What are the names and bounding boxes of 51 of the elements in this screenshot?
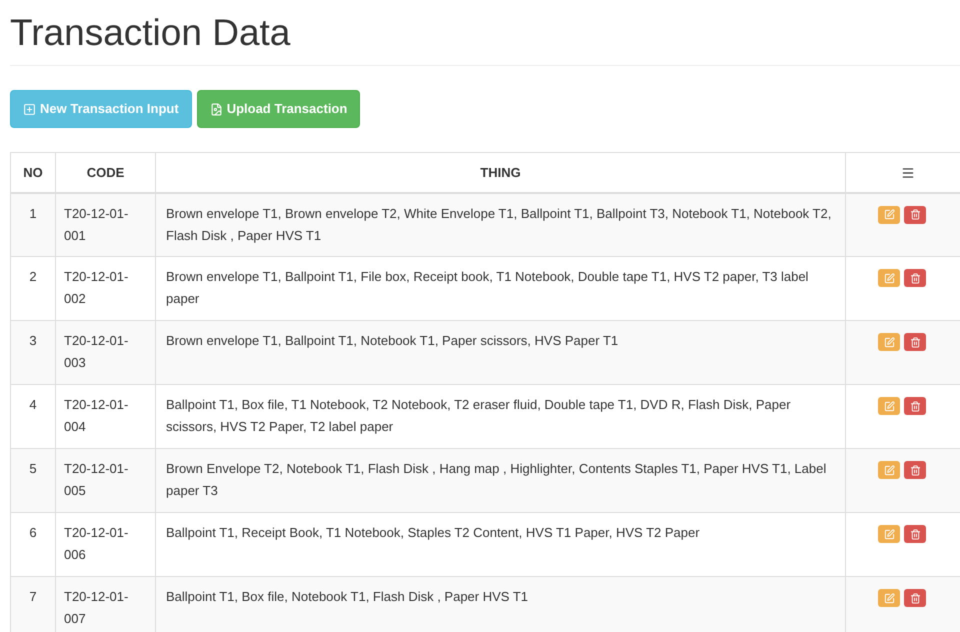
column-header: THING bbox=[480, 164, 521, 180]
trash-icon bbox=[910, 209, 920, 220]
delete-button[interactable] bbox=[904, 333, 926, 351]
table-cell-text: Ballpoint T1, Box file, Notebook T1, Flash Disk , Paper HVS T1 bbox=[166, 588, 530, 606]
table-cell-text: T20-12-01-006 bbox=[64, 524, 130, 564]
table-cell-text: Ballpoint T1, Box file, T1 Notebook, T2 Notebook, T2 eraser fluid, Double tape T1, DVD R, Flash Disk, Paper scissors, HVS T2 Paper, T2 label paper bbox=[166, 396, 792, 436]
trash-icon bbox=[910, 464, 920, 476]
edit-icon bbox=[884, 400, 894, 412]
table-cell-text: T20-12-01-005 bbox=[64, 460, 130, 500]
toolbar-button[interactable]: Upload Transaction bbox=[196, 90, 360, 128]
toolbar-button[interactable]: New Transaction Input bbox=[10, 90, 192, 128]
trash-icon bbox=[910, 400, 920, 412]
delete-button[interactable] bbox=[904, 206, 926, 224]
delete-button[interactable] bbox=[904, 525, 926, 543]
edit-icon bbox=[884, 336, 894, 348]
trash-icon bbox=[910, 528, 920, 540]
edit-icon bbox=[884, 528, 894, 540]
table-cell: 1 bbox=[29, 206, 37, 220]
table-cell: 5 bbox=[29, 461, 37, 476]
table-cell-text: Brown Envelope T2, Notebook T1, Flash Disk , Hang map , Highlighter, Contents Staples T1, Paper HVS T1, Label paper T3 bbox=[166, 460, 828, 500]
trash-icon bbox=[910, 272, 920, 284]
table-cell-text: Brown envelope T1, Ballpoint T1, Notebook T1, Paper scissors, HVS Paper T1 bbox=[166, 332, 620, 350]
menu-icon[interactable] bbox=[901, 166, 915, 180]
table-cell: 2 bbox=[29, 269, 37, 284]
delete-button[interactable] bbox=[904, 461, 926, 479]
plus-square-icon bbox=[23, 102, 36, 116]
delete-button[interactable] bbox=[904, 589, 926, 607]
trash-icon bbox=[910, 592, 920, 604]
delete-button[interactable] bbox=[904, 397, 926, 415]
edit-icon bbox=[884, 464, 894, 476]
column-header: NO bbox=[23, 164, 43, 180]
table-cell-text: Brown envelope T1, Brown envelope T2, White Envelope T1, Ballpoint T1, Ballpoint T3, Notebook T1, Notebook T2, Flash Disk , Paper HVS T1 bbox=[166, 204, 832, 245]
table-cell-text: T20-12-01-002 bbox=[64, 268, 130, 308]
trash-icon bbox=[910, 336, 920, 348]
table-cell: 7 bbox=[29, 589, 37, 604]
table-cell: 6 bbox=[29, 525, 37, 540]
column-header: CODE bbox=[86, 164, 124, 180]
table-cell-text: T20-12-01-001 bbox=[64, 204, 130, 244]
edit-icon bbox=[884, 592, 894, 604]
table-cell-text: T20-12-01-007 bbox=[64, 588, 130, 628]
table-cell-text: T20-12-01-003 bbox=[64, 332, 130, 372]
delete-button[interactable] bbox=[904, 269, 926, 287]
image-file-icon bbox=[210, 102, 223, 116]
edit-icon bbox=[884, 209, 894, 220]
edit-icon bbox=[884, 272, 894, 284]
table-cell-text: T20-12-01-004 bbox=[64, 396, 130, 436]
table-cell: 3 bbox=[29, 333, 37, 348]
table-cell: 4 bbox=[29, 397, 37, 412]
table-cell-text: Ballpoint T1, Receipt Book, T1 Notebook, Staples T2 Content, HVS T1 Paper, HVS T2 Paper bbox=[166, 524, 701, 542]
page-title: Transaction Data bbox=[10, 11, 290, 55]
table-cell-text: Brown envelope T1, Ballpoint T1, File box, Receipt book, T1 Notebook, Double tape T1, HVS T2 paper, T3 label paper bbox=[166, 268, 810, 308]
